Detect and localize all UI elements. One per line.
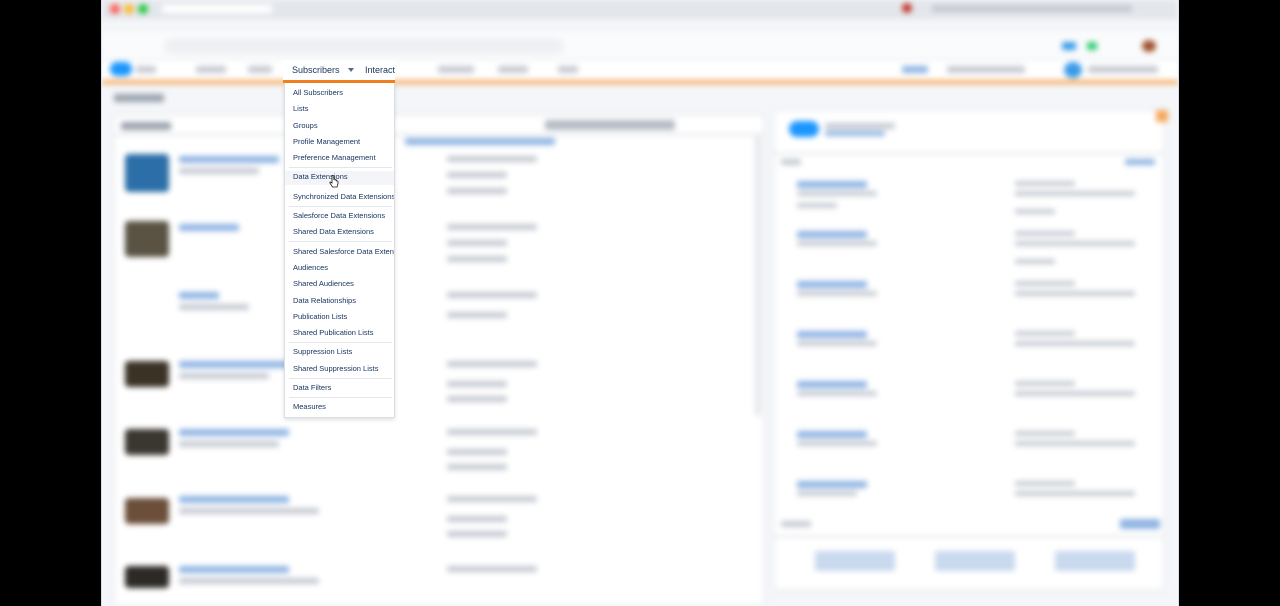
menu-item-data-filters[interactable]: Data Filters <box>285 382 394 393</box>
menu-item-shared-suppression-lists[interactable]: Shared Suppression Lists <box>285 363 394 374</box>
menu-divider <box>289 342 392 343</box>
menu-item-audiences[interactable]: Audiences <box>285 262 394 273</box>
menu-item-shared-data-extensions[interactable]: Shared Data Extensions <box>285 226 394 237</box>
chevron-down-icon <box>347 68 354 72</box>
menu-item-all-subscribers[interactable]: All Subscribers <box>285 87 394 98</box>
menu-item-data-relationships[interactable]: Data Relationships <box>285 295 394 306</box>
menu-item-measures[interactable]: Measures <box>285 401 394 412</box>
subscribers-dropdown-menu: All Subscribers Lists Groups Profile Man… <box>284 83 395 418</box>
menu-item-synchronized-data-extensions[interactable]: Synchronized Data Extensions <box>285 191 394 202</box>
menu-item-profile-management[interactable]: Profile Management <box>285 136 394 147</box>
menu-item-data-extensions[interactable]: Data Extensions <box>285 171 394 185</box>
menu-item-salesforce-data-extensions[interactable]: Salesforce Data Extensions <box>285 210 394 221</box>
nav-interactions-label: Interactions <box>365 65 395 75</box>
browser-title-bar <box>102 0 1178 18</box>
menu-divider <box>289 241 392 242</box>
content-list-panel <box>114 115 764 606</box>
menu-item-preference-management[interactable]: Preference Management <box>285 152 394 163</box>
menu-item-suppression-lists[interactable]: Suppression Lists <box>285 346 394 357</box>
hand-cursor-icon <box>329 175 339 188</box>
menu-divider <box>289 397 392 398</box>
menu-divider <box>289 167 392 168</box>
menu-item-lists[interactable]: Lists <box>285 103 394 114</box>
menu-item-shared-audiences[interactable]: Shared Audiences <box>285 278 394 289</box>
menu-divider <box>289 378 392 379</box>
menu-item-shared-salesforce-data-extensions[interactable]: Shared Salesforce Data Extensions <box>285 246 394 257</box>
menu-item-groups[interactable]: Groups <box>285 120 394 131</box>
details-panel <box>774 110 1164 590</box>
menu-divider <box>289 206 392 207</box>
app-nav-bar <box>102 60 1178 84</box>
menu-item-shared-publication-lists[interactable]: Shared Publication Lists <box>285 327 394 338</box>
nav-interactions-tab[interactable]: Interactions <box>365 60 395 80</box>
blurred-background <box>102 0 1178 606</box>
browser-url-bar <box>102 32 1178 60</box>
menu-item-publication-lists[interactable]: Publication Lists <box>285 311 394 322</box>
app-window: Subscribers Interactions All Subscribers… <box>101 0 1179 606</box>
nav-subscribers-label: Subscribers <box>292 65 340 75</box>
